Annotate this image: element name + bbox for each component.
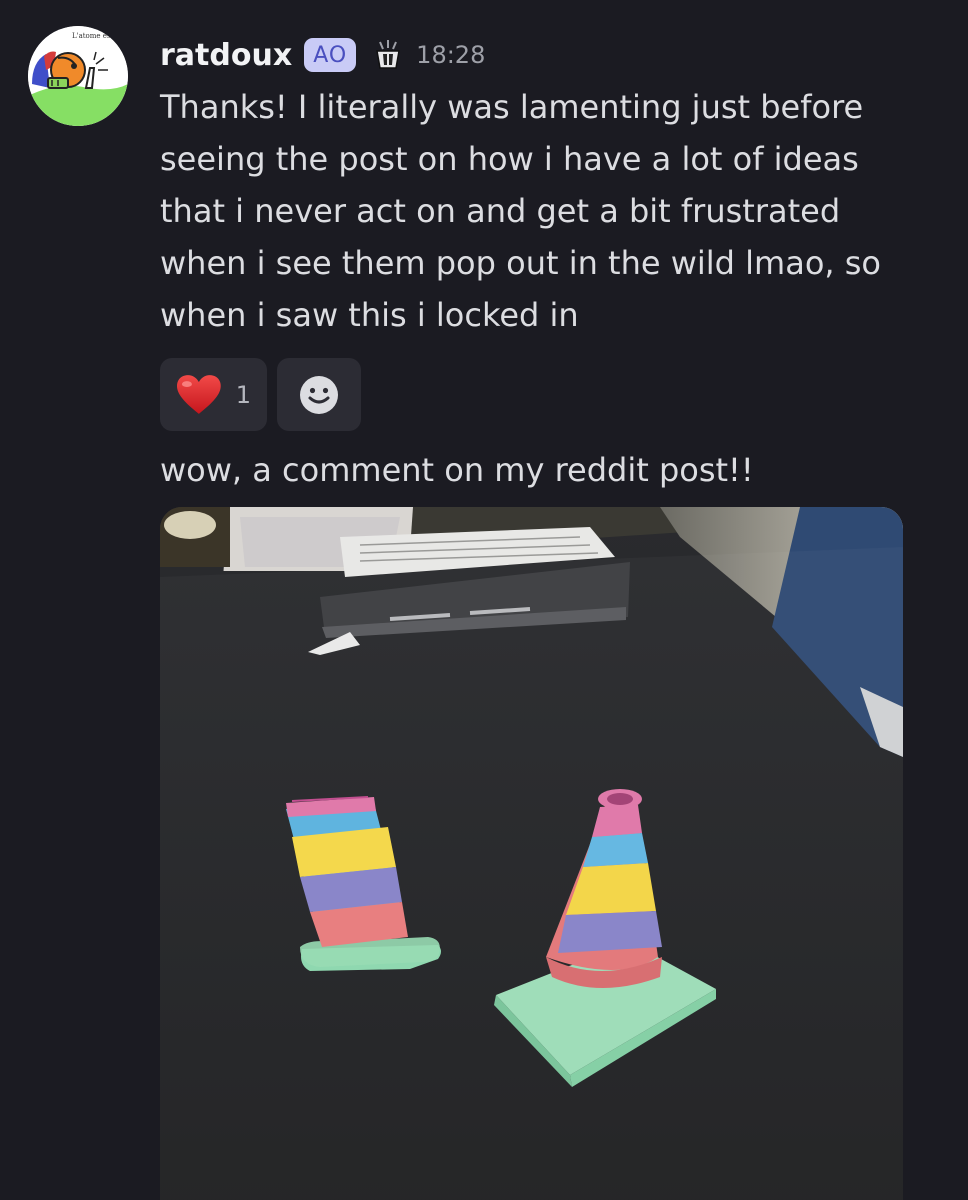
message-line: when i saw this i locked in (160, 296, 579, 334)
message-timestamp: 18:28 (416, 41, 486, 69)
followup-message: wow, a comment on my reddit post!! (160, 451, 754, 489)
smiley-icon (300, 375, 338, 414)
add-reaction-button[interactable] (277, 358, 361, 431)
photo-attachment[interactable] (160, 507, 903, 1200)
reaction-bar: 1 (160, 358, 361, 431)
message-line: Thanks! I literally was lamenting just b… (160, 88, 864, 126)
reaction-heart-button[interactable]: 1 (160, 358, 267, 431)
avatar-drawing-icon (28, 26, 128, 126)
username[interactable]: ratdoux (160, 38, 292, 73)
reaction-count: 1 (235, 380, 251, 409)
message-body: Thanks! I literally was lamenting just b… (160, 81, 950, 341)
message-line: that i never act on and get a bit frustr… (160, 192, 841, 230)
photo-of-3d-printed-traffic-cones-icon (160, 507, 903, 1200)
chat-message: L'atome est ratdoux AO 18:28 Thanks! I l… (0, 0, 968, 1200)
message-header: ratdoux AO 18:28 (160, 30, 485, 80)
server-tag-text: AO (313, 42, 348, 68)
message-line: when i see them pop out in the wild lmao… (160, 244, 881, 282)
heart-icon (176, 374, 221, 414)
avatar-caption: L'atome est (72, 32, 114, 40)
bucket-icon (372, 39, 404, 71)
server-tag-badge[interactable]: AO (304, 38, 357, 72)
user-avatar[interactable]: L'atome est (28, 26, 128, 126)
message-line: seeing the post on how i have a lot of i… (160, 140, 859, 178)
